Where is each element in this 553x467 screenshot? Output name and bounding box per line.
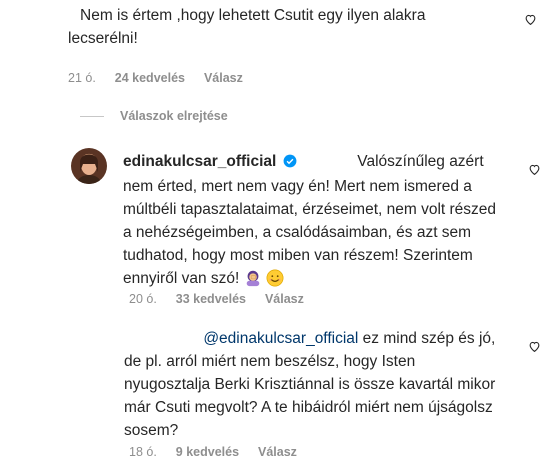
smiling-face-emoji-icon: [266, 269, 284, 294]
likes-count[interactable]: 24 kedvelés: [115, 71, 185, 85]
comment-line: múltbéli tapasztalataimat, érzéseimet, n…: [123, 201, 497, 218]
like-heart-icon[interactable]: [528, 340, 541, 358]
timestamp[interactable]: 18 ó.: [129, 445, 157, 459]
verified-badge-icon: [283, 152, 297, 175]
comment-line: lecserélni!: [68, 30, 138, 47]
comment-meta: 20 ó. 33 kedvelés Válasz: [129, 292, 304, 306]
like-heart-icon[interactable]: [524, 13, 537, 31]
comment-line: de pl. arról miért nem beszélsz, hogy Is…: [124, 353, 416, 370]
mention-link[interactable]: @edinakulcsar_official: [203, 330, 358, 347]
timestamp[interactable]: 20 ó.: [129, 292, 157, 306]
username[interactable]: edinakulcsar_official: [123, 153, 276, 170]
comment-line: Nem is értem ,hogy lehetett Csutit egy i…: [80, 7, 426, 24]
comment-line: a nehézségeimben, a csalódásaimban, és a…: [123, 224, 472, 241]
comment-line: nem érted, mert nem vagy én! Mert nem is…: [123, 178, 472, 195]
comment-meta: 21 ó. 24 kedvelés Válasz: [68, 71, 243, 85]
avatar[interactable]: [71, 148, 107, 184]
comment-line: már Csuti megvolt? A te hibáidról miért …: [124, 399, 493, 416]
comment-text: edinakulcsar_official Valószínűleg azért…: [123, 150, 543, 294]
reply-button[interactable]: Válasz: [265, 292, 304, 306]
reply-button[interactable]: Válasz: [258, 445, 297, 459]
comment-line: Valószínűleg azért: [357, 153, 484, 170]
comment-line: sosem?: [124, 422, 179, 439]
comment-text: @edinakulcsar_official ez mind szép és j…: [124, 327, 534, 442]
likes-count[interactable]: 33 kedvelés: [176, 292, 246, 306]
woman-facepalming-emoji-icon: [244, 269, 262, 294]
comment-meta: 18 ó. 9 kedvelés Válasz: [129, 445, 297, 459]
separator-line: [80, 116, 104, 117]
hide-replies-button[interactable]: Válaszok elrejtése: [120, 109, 228, 123]
comment-line: ez mind szép és jó,: [362, 330, 496, 347]
timestamp[interactable]: 21 ó.: [68, 71, 96, 85]
reply-button[interactable]: Válasz: [204, 71, 243, 85]
like-heart-icon[interactable]: [528, 163, 541, 181]
comment-text: Nem is értem ,hogy lehetett Csutit egy i…: [68, 4, 426, 50]
likes-count[interactable]: 9 kedvelés: [176, 445, 239, 459]
comment-line: nyugosztalja Berki Krisztiánnal is össze…: [124, 376, 496, 393]
comment-line: ennyiről van szó!: [123, 270, 240, 287]
comment-line: tudhatod, hogy most miben van részem! Sz…: [123, 247, 473, 264]
